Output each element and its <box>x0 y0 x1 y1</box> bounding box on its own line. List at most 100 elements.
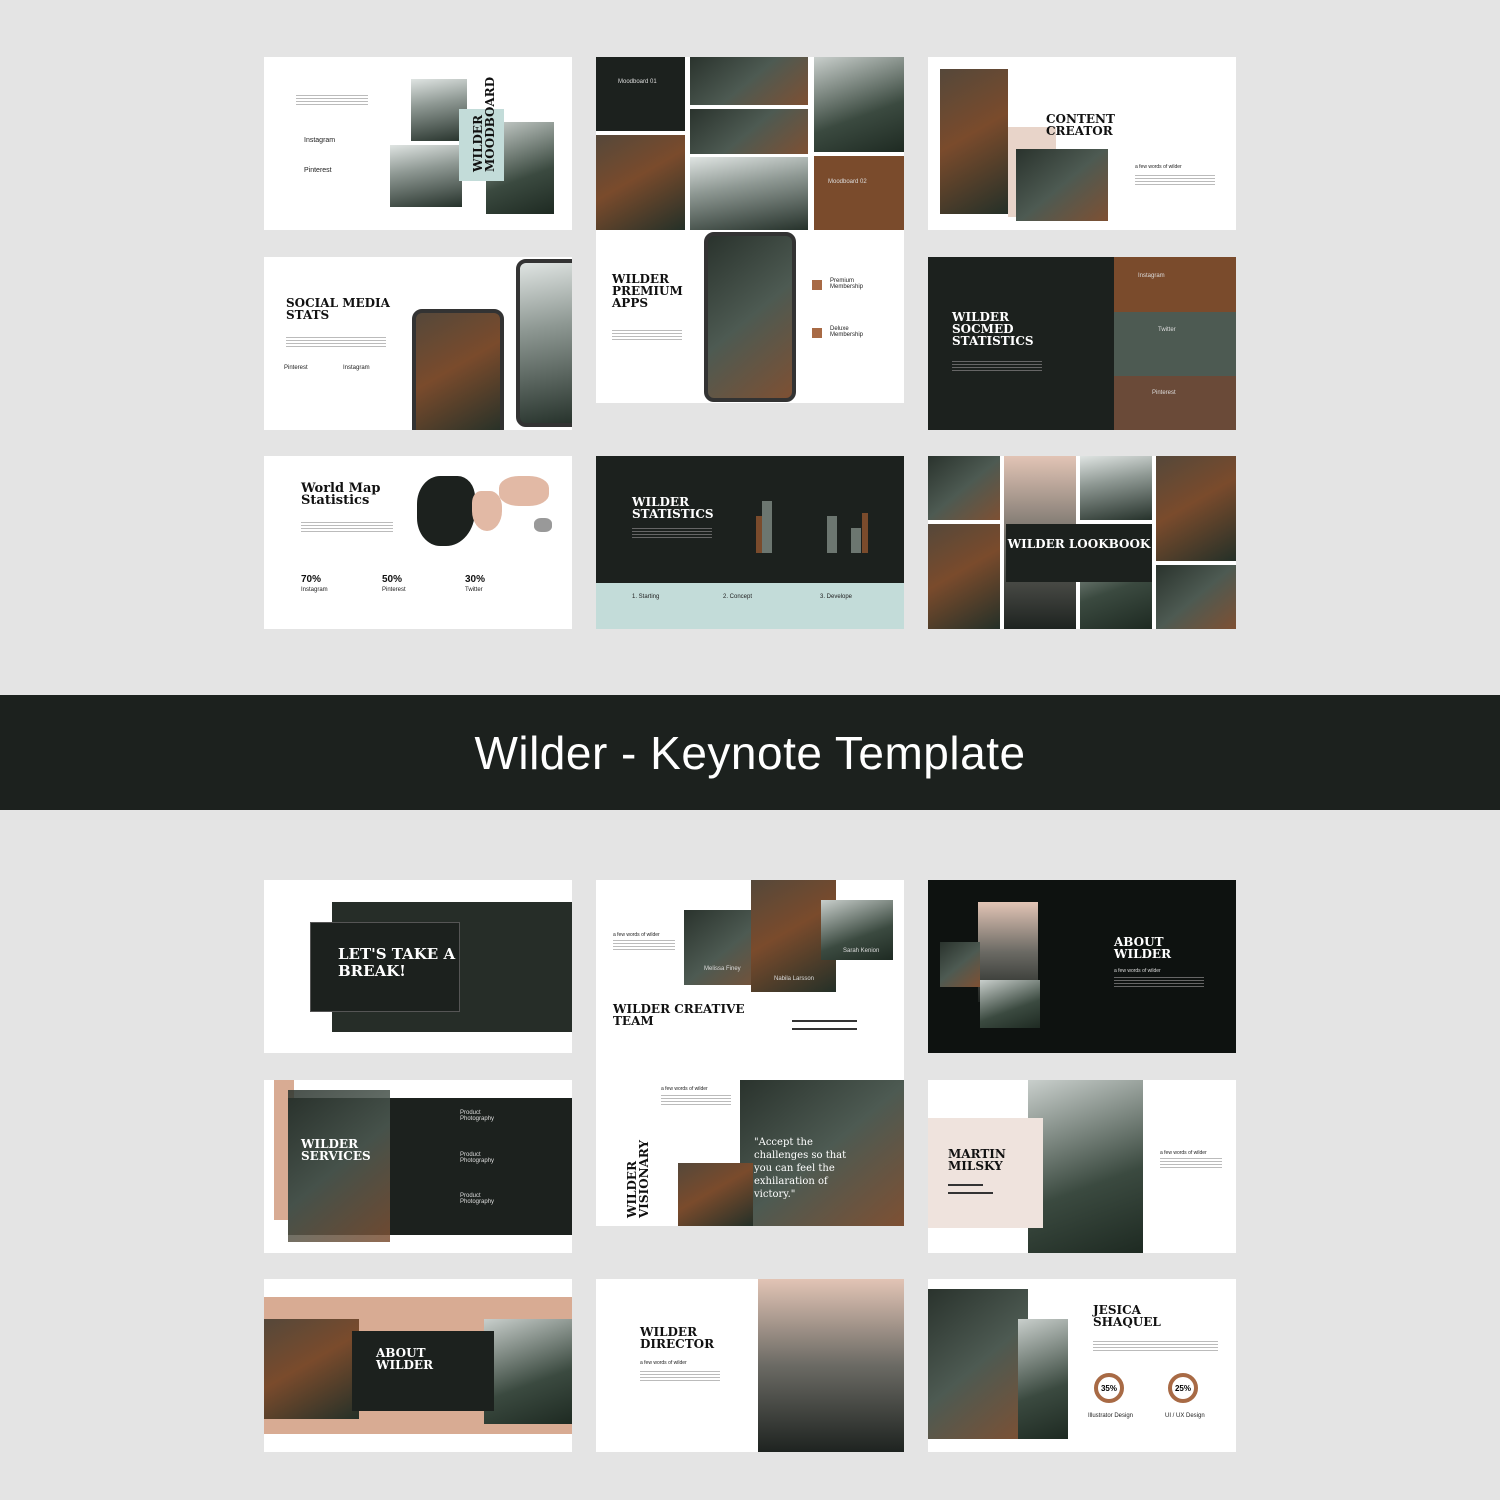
slide-services: WILDER SERVICES Product Photography Prod… <box>264 1080 572 1253</box>
photo <box>928 524 1000 629</box>
photo <box>678 1163 753 1226</box>
text-lines <box>613 940 675 952</box>
rust-block <box>1114 376 1236 430</box>
slide-content-creator: CONTENT CREATOR a few words of wilder <box>928 57 1236 230</box>
progress-ring: 25% <box>1168 1373 1198 1403</box>
slide-title: LET'S TAKE A BREAK! <box>338 945 456 980</box>
photo <box>1080 456 1152 520</box>
photo <box>390 145 462 207</box>
photo <box>940 69 1008 214</box>
slide-moodboard: Instagram Pinterest WILDER MOODBOARD <box>264 57 572 230</box>
stat-value: 50% <box>382 574 403 585</box>
slide-title: WILDER MOODBOARD <box>471 76 497 172</box>
step-label: 1. Starting <box>632 594 660 600</box>
slide-about-blush: ABOUT WILDER <box>264 1279 572 1452</box>
photo <box>928 456 1000 520</box>
photo <box>288 1090 390 1242</box>
rust-block <box>814 156 904 230</box>
text-lines <box>1093 1341 1218 1353</box>
photo <box>814 57 904 152</box>
item-label: Deluxe Membership <box>830 326 864 338</box>
item-label: Instagram <box>343 365 370 371</box>
progress-bar <box>792 1028 857 1030</box>
slide-break: LET'S TAKE A BREAK! <box>264 880 572 1053</box>
deluxe-icon <box>812 328 822 338</box>
service-item: Product Photography <box>460 1152 495 1164</box>
ring-label: UI / UX Design <box>1165 1413 1205 1419</box>
text-lines <box>661 1095 731 1107</box>
slide-statistics: WILDER STATISTICS 1. Starting 2. Concept… <box>596 456 904 629</box>
item-label: Instagram <box>304 137 336 144</box>
rust-block <box>1114 257 1236 312</box>
world-map-africa <box>472 491 502 531</box>
photo <box>758 1279 904 1452</box>
slide-title: SOCIAL MEDIA STATS <box>286 296 390 322</box>
slide-moodboard-grid: Moodboard 01 Moodboard 02 <box>596 57 904 230</box>
stat-label: Instagram <box>301 587 328 593</box>
step-label: 2. Concept <box>723 594 753 600</box>
slide-title: WILDER STATISTICS <box>632 495 714 521</box>
subtitle: a few words of wilder <box>1114 968 1161 974</box>
slide-about-dark: ABOUT WILDER a few words of wilder <box>928 880 1236 1053</box>
slide-title: WILDER CREATIVE TEAM <box>613 1002 745 1028</box>
slide-title: WILDER DIRECTOR <box>640 1325 715 1351</box>
photo <box>928 1289 1028 1439</box>
text-lines <box>1160 1158 1222 1170</box>
slide-title: CONTENT CREATOR <box>1046 112 1115 138</box>
slide-title: WILDER LOOKBOOK <box>1007 537 1151 551</box>
label: Instagram <box>1138 273 1165 279</box>
slide-premium-apps: WILDER PREMIUM APPS Premium Membership D… <box>596 230 904 403</box>
photo <box>484 1319 572 1424</box>
text-lines <box>301 522 393 534</box>
photo <box>1028 1080 1143 1253</box>
item-label: Premium Membership <box>830 278 864 290</box>
photo <box>596 135 685 230</box>
stat-value: 30% <box>465 574 486 585</box>
service-item: Product Photography <box>460 1110 495 1122</box>
chart-bar <box>827 516 837 553</box>
slide-title: ABOUT WILDER <box>376 1346 434 1372</box>
slide-title: JESICA SHAQUEL <box>1093 1303 1161 1329</box>
slide-director: WILDER DIRECTOR a few words of wilder <box>596 1279 904 1452</box>
slide-visionary: a few words of wilder WILDER VISIONARY "… <box>596 1080 904 1226</box>
chart-bar <box>762 501 772 553</box>
progress-ring: 35% <box>1094 1373 1124 1403</box>
photo <box>690 157 808 230</box>
member-name: Nabila Larsson <box>774 976 815 982</box>
subtitle: a few words of wilder <box>1160 1150 1207 1156</box>
progress-bar <box>792 1020 857 1022</box>
world-map-australia <box>534 518 552 532</box>
photo <box>1114 312 1236 376</box>
label: Moodboard 01 <box>618 79 657 85</box>
blush-block <box>928 1118 1043 1228</box>
title-block <box>1006 524 1152 582</box>
world-map-americas <box>417 476 475 546</box>
banner-title: Wilder - Keynote Template <box>474 726 1026 779</box>
stat-label: Twitter <box>465 587 483 593</box>
slide-title: WILDER PREMIUM APPS <box>612 272 683 310</box>
subtitle: a few words of wilder <box>640 1360 687 1366</box>
slide-title: ABOUT WILDER <box>1114 935 1172 961</box>
slide-title: MARTIN MILSKY <box>948 1147 1006 1173</box>
label: Twitter <box>1158 327 1176 333</box>
subtitle: a few words of wilder <box>661 1086 708 1092</box>
photo <box>264 1319 359 1419</box>
service-item: Product Photography <box>460 1193 495 1205</box>
photo <box>980 980 1040 1028</box>
slide-title: WILDER SOCMED STATISTICS <box>952 310 1034 348</box>
progress-bar <box>948 1192 993 1194</box>
quote: "Accept the challenges so that you can f… <box>754 1137 847 1200</box>
ring-value: 35% <box>1100 1383 1117 1393</box>
slide-jesica: JESICA SHAQUEL 35% 25% Illustrator Desig… <box>928 1279 1236 1452</box>
slide-creative-team: a few words of wilder Melissa Finey Nabi… <box>596 880 904 1080</box>
slide-martin: MARTIN MILSKY a few words of wilder <box>928 1080 1236 1253</box>
stat-value: 70% <box>301 574 322 585</box>
phone-mockup <box>412 309 504 430</box>
photo <box>1016 149 1108 221</box>
phone-mockup <box>704 232 796 402</box>
slide-title: WILDER SERVICES <box>301 1137 371 1163</box>
text-lines <box>952 361 1042 373</box>
slide-socmed-statistics: WILDER SOCMED STATISTICS Instagram Twitt… <box>928 257 1236 430</box>
photo <box>1156 565 1236 629</box>
dark-block <box>596 57 685 131</box>
